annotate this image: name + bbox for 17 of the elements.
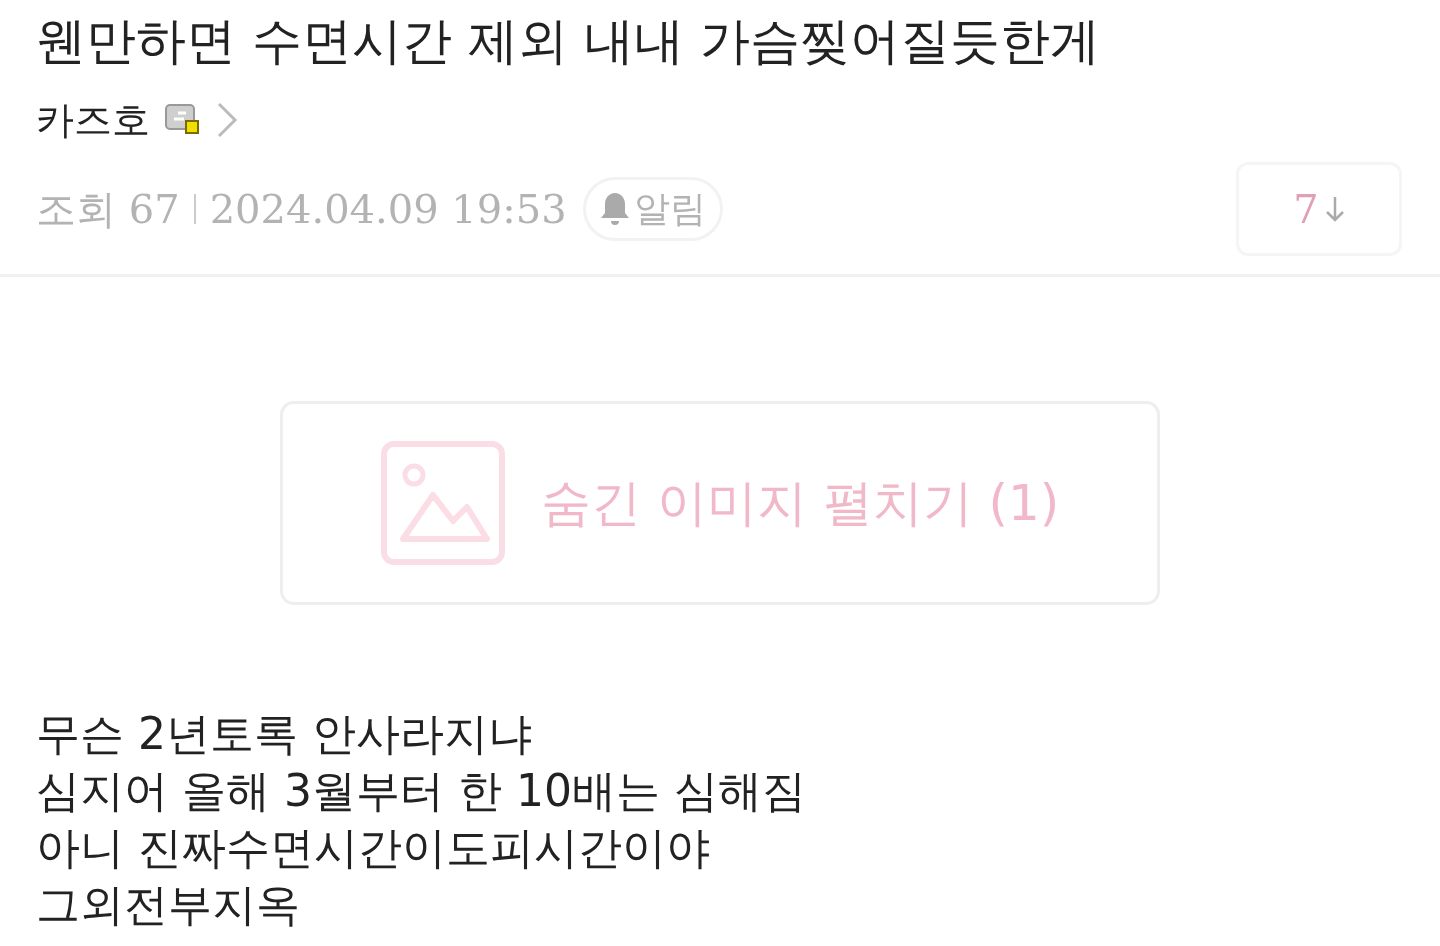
comment-count-button[interactable]: 7	[1236, 162, 1402, 256]
body-text: 무슨 2년토록 안사라지냐	[36, 707, 533, 761]
alert-button[interactable]: 알림	[582, 177, 723, 241]
chevron-right-icon[interactable]	[216, 101, 238, 139]
arrow-down-icon	[1324, 195, 1345, 223]
post-title: 웬만하면 수면시간 제외 내내 가슴찢어질듯한게	[36, 11, 1101, 72]
body-text: 아니 진짜수면시간이도피시간이야	[36, 821, 711, 875]
show-hidden-image-button[interactable]: 숨긴 이미지 펼치기 (1)	[280, 401, 1160, 605]
image-icon	[380, 441, 505, 565]
body-text: 심지어 올해 3월부터 한 10배는 심해짐	[36, 764, 807, 818]
post-date: 2024.04.09 19:53	[209, 185, 567, 234]
bell-icon	[599, 191, 630, 227]
view-count: 조회 67	[36, 185, 180, 234]
body-text: 그외전부지옥	[36, 878, 301, 932]
author-name[interactable]: 카즈호	[36, 96, 150, 144]
comment-count: 7	[1293, 185, 1319, 234]
level-icon	[164, 103, 202, 137]
